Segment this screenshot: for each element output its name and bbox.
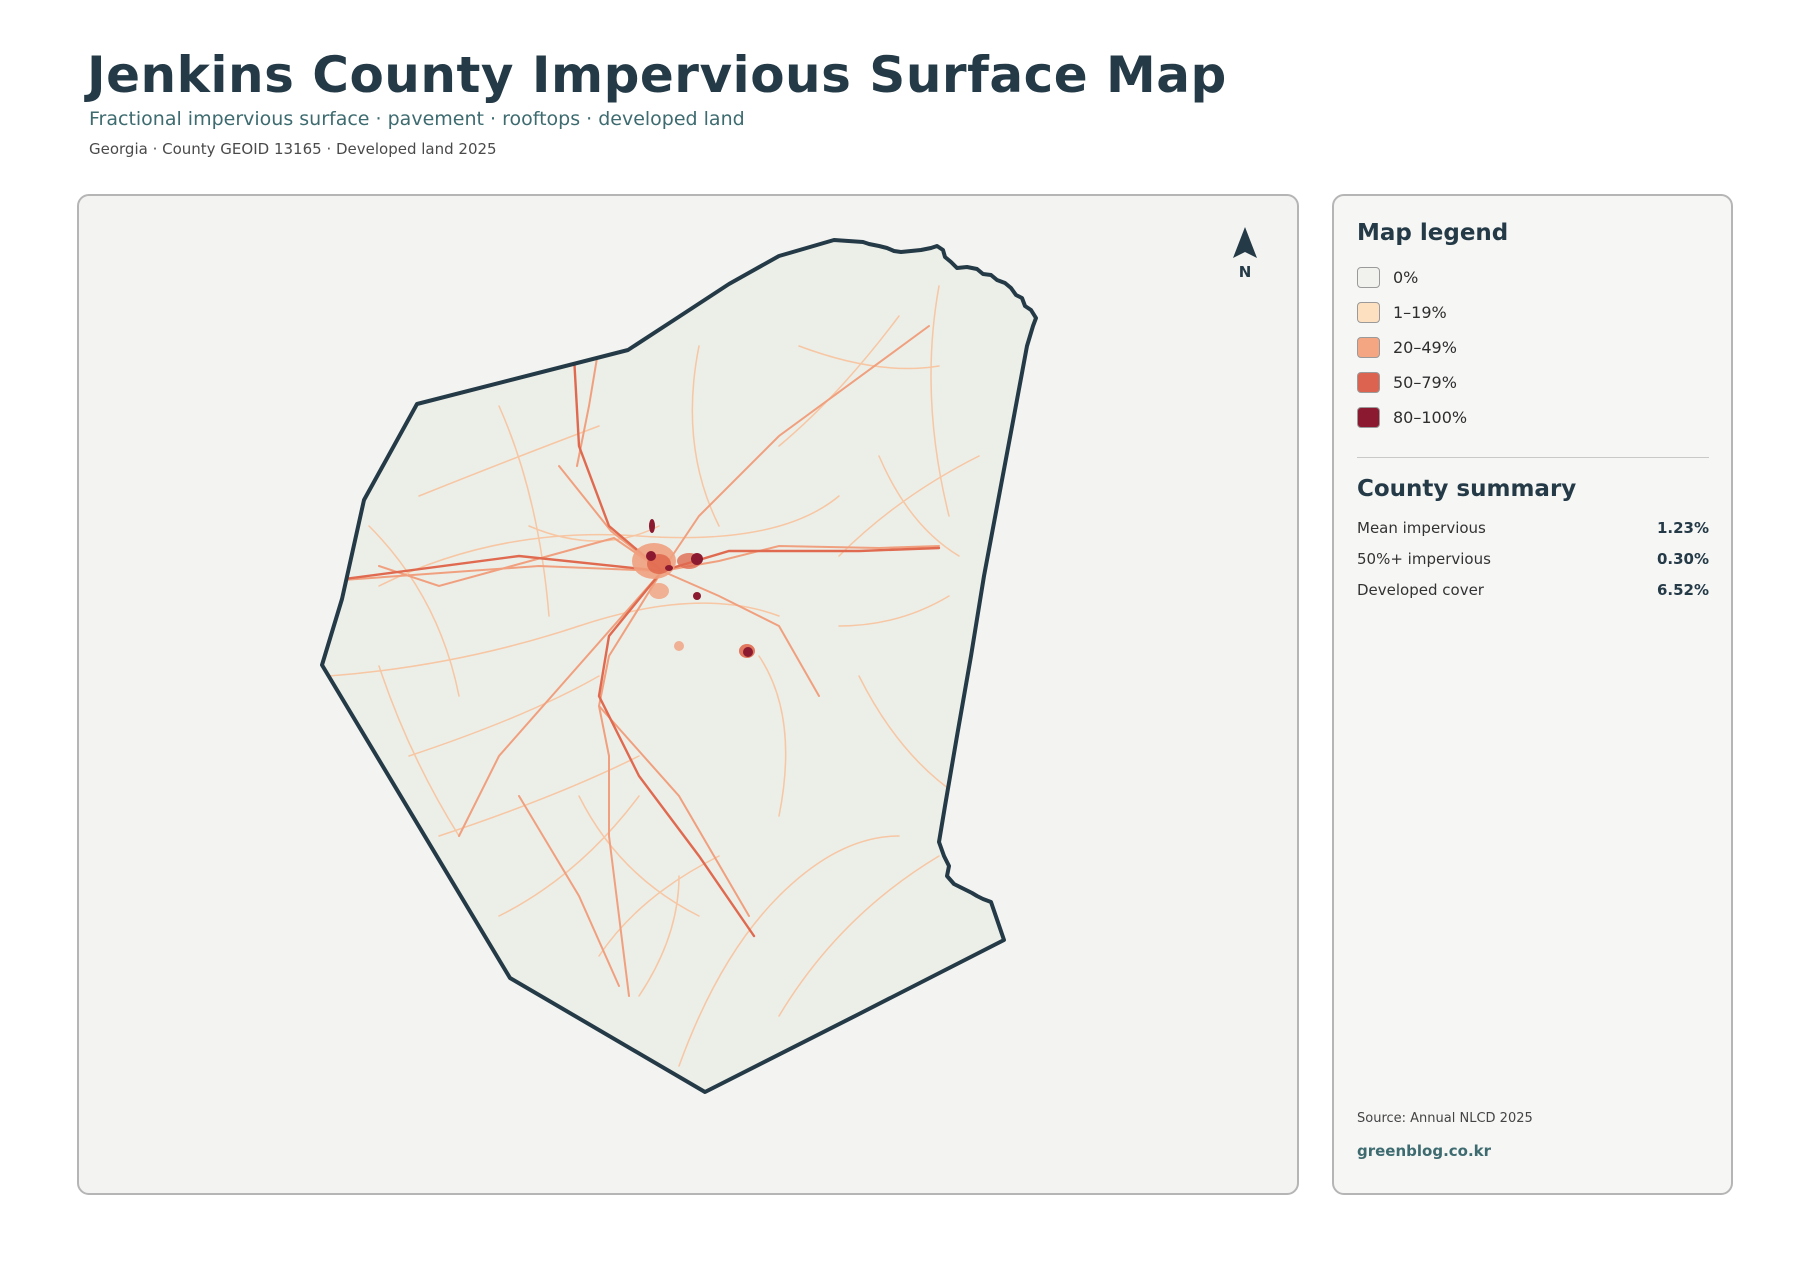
legend-divider: [1357, 457, 1709, 458]
source-note: Source: Annual NLCD 2025: [1357, 1111, 1533, 1126]
stat-label: 50%+ impervious: [1357, 550, 1491, 568]
north-label: N: [1239, 263, 1252, 281]
legend-swatch: [1357, 407, 1380, 428]
summary-title: County summary: [1357, 476, 1577, 502]
urban-patch: [646, 551, 656, 561]
stat-row-high: 50%+ impervious 0.30%: [1357, 550, 1709, 570]
urban-patch: [691, 553, 703, 565]
page-title: Jenkins County Impervious Surface Map: [87, 46, 1227, 104]
legend-item: 50–79%: [1357, 372, 1657, 396]
stat-value: 0.30%: [1656, 550, 1709, 568]
stat-value: 1.23%: [1656, 519, 1709, 537]
legend-label: 20–49%: [1393, 338, 1457, 357]
legend-label: 0%: [1393, 268, 1419, 287]
stat-label: Developed cover: [1357, 581, 1484, 599]
north-arrow-icon: [1233, 227, 1257, 258]
stat-label: Mean impervious: [1357, 519, 1486, 537]
stat-value: 6.52%: [1656, 581, 1709, 599]
legend-label: 80–100%: [1393, 408, 1468, 427]
legend-title: Map legend: [1357, 220, 1509, 246]
urban-patch: [674, 641, 684, 651]
map-panel: N: [77, 194, 1299, 1195]
legend-swatch: [1357, 267, 1380, 288]
urban-patch: [649, 519, 655, 533]
stat-row-developed: Developed cover 6.52%: [1357, 581, 1709, 601]
legend-item: 1–19%: [1357, 302, 1657, 326]
urban-patch: [743, 647, 753, 657]
page-subtitle: Fractional impervious surface · pavement…: [89, 108, 745, 130]
page-meta: Georgia · County GEOID 13165 · Developed…: [89, 140, 497, 158]
legend-item: 20–49%: [1357, 337, 1657, 361]
site-credit: greenblog.co.kr: [1357, 1142, 1492, 1160]
urban-patch: [649, 583, 669, 599]
legend-panel: Map legend 0% 1–19% 20–49% 50–79% 80–100…: [1332, 194, 1733, 1195]
legend-item: 0%: [1357, 267, 1657, 291]
north-arrow: N: [1233, 227, 1257, 281]
legend-swatch: [1357, 302, 1380, 323]
legend-label: 1–19%: [1393, 303, 1447, 322]
urban-patch: [693, 592, 701, 600]
stat-row-mean: Mean impervious 1.23%: [1357, 519, 1709, 539]
map-canvas: N: [320, 227, 1257, 1094]
legend-label: 50–79%: [1393, 373, 1457, 392]
legend-swatch: [1357, 337, 1380, 358]
urban-patch: [665, 565, 673, 571]
legend-swatch: [1357, 372, 1380, 393]
legend-item: 80–100%: [1357, 407, 1657, 431]
